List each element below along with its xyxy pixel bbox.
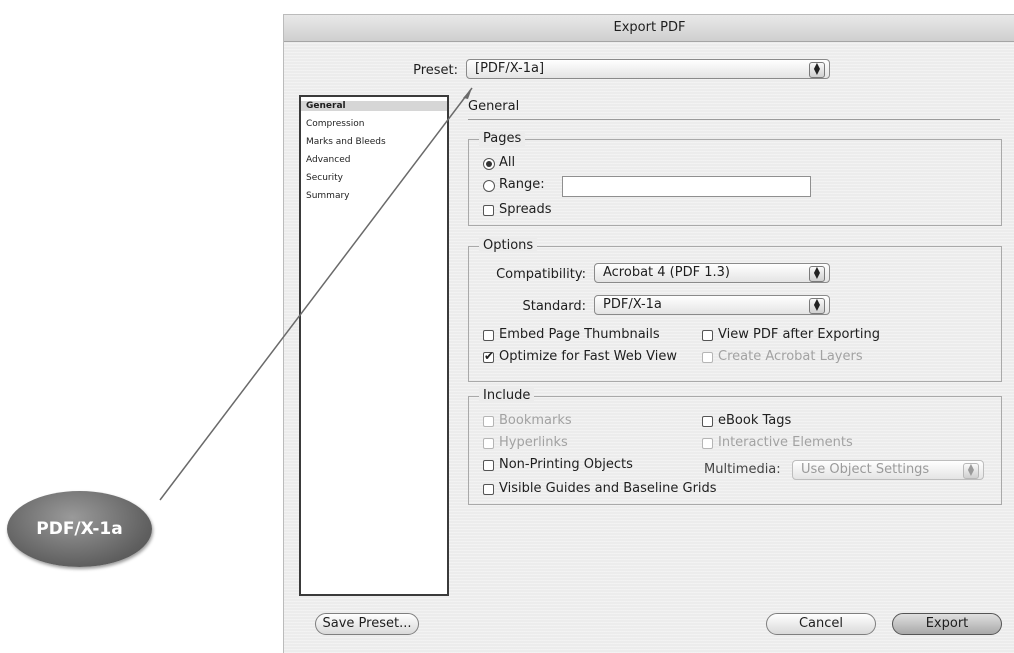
pdfx1a-callout-bubble: PDF/X-1a <box>7 491 152 567</box>
callout-pointer <box>159 87 473 501</box>
callout-label: PDF/X-1a <box>36 519 123 539</box>
